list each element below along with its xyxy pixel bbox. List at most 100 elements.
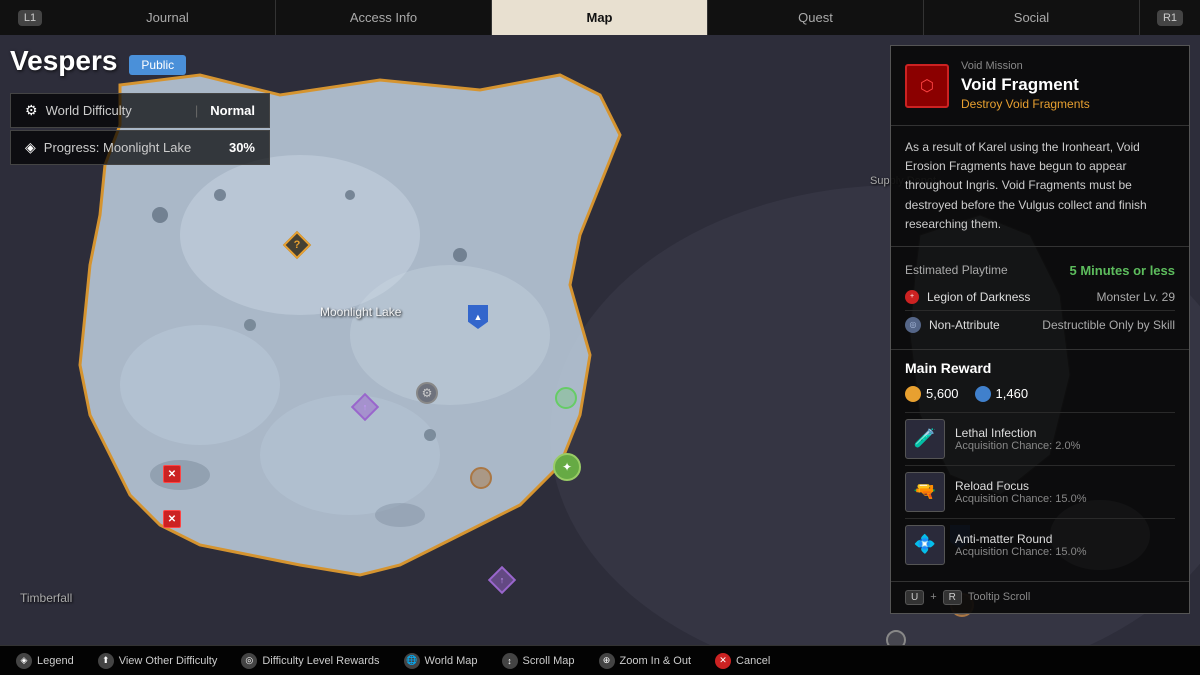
map-area: Moonlight Lake Supply Depot Timberfall ?… xyxy=(0,35,1200,645)
red-x-icon: ✕ xyxy=(163,465,181,483)
faction-name: Legion of Darkness xyxy=(927,290,1030,304)
progress-icon: ◈ xyxy=(25,139,36,156)
gold-icon xyxy=(905,386,921,402)
brown-marker[interactable] xyxy=(470,467,492,489)
scroll-map-icon: ↕ xyxy=(502,653,518,669)
attribute-name: Non-Attribute xyxy=(929,318,1000,332)
active-marker[interactable]: ✦ xyxy=(553,453,581,481)
left-controller: L1 xyxy=(0,10,60,26)
blue-flag-marker[interactable]: ▲ xyxy=(468,305,488,329)
legend-label: Legend xyxy=(37,655,74,667)
red-x-marker-1[interactable]: ✕ xyxy=(163,465,181,483)
world-difficulty-value: Normal xyxy=(210,103,255,118)
rewards-title: Main Reward xyxy=(905,360,1175,376)
mission-info: Void Mission Void Fragment Destroy Void … xyxy=(961,60,1090,111)
reward-item-2: 💠 Anti-matter Round Acquisition Chance: … xyxy=(905,518,1175,571)
progress-label: Progress: Moonlight Lake xyxy=(44,140,221,155)
location-name: Vespers xyxy=(10,45,117,77)
attribute-row: ◎ Non-Attribute Destructible Only by Ski… xyxy=(905,310,1175,339)
blue-icon xyxy=(975,386,991,402)
playtime-label: Estimated Playtime xyxy=(905,263,1008,277)
circle-brown-icon xyxy=(470,467,492,489)
purple-diamond-marker-2[interactable]: ↑ xyxy=(492,570,512,590)
world-map-label: World Map xyxy=(425,655,478,667)
reward-info-2: Anti-matter Round Acquisition Chance: 15… xyxy=(955,532,1175,558)
attribute-description: Destructible Only by Skill xyxy=(1042,318,1175,332)
reward-item-1: 🔫 Reload Focus Acquisition Chance: 15.0% xyxy=(905,465,1175,518)
scroll-map-label: Scroll Map xyxy=(523,655,575,667)
cancel-label: Cancel xyxy=(736,655,770,667)
mission-subtitle: Destroy Void Fragments xyxy=(961,97,1090,111)
rewards-section: Main Reward 5,600 1,460 🧪 Lethal Infecti… xyxy=(891,350,1189,581)
divider: | xyxy=(195,103,198,118)
bottom-world-map[interactable]: 🌐 World Map xyxy=(404,653,478,669)
reward-name-1: Reload Focus xyxy=(955,479,1175,493)
key-badge-r: R xyxy=(943,590,962,605)
reward-name-2: Anti-matter Round xyxy=(955,532,1175,546)
reward-icon-2: 💠 xyxy=(905,525,945,565)
reward-info-0: Lethal Infection Acquisition Chance: 2.0… xyxy=(955,426,1175,452)
zoom-label: Zoom In & Out xyxy=(620,655,692,667)
purple-diamond-marker-1[interactable]: ↑ xyxy=(355,397,375,417)
tab-social[interactable]: Social xyxy=(924,0,1140,35)
tab-map[interactable]: Map xyxy=(492,0,708,35)
tooltip-footer: U + R Tooltip Scroll xyxy=(891,581,1189,613)
arrow-icon-2: ↑ xyxy=(500,575,505,585)
progress-value: 30% xyxy=(229,140,255,155)
r1-badge: R1 xyxy=(1157,10,1183,26)
progress-box: ◈ Progress: Moonlight Lake 30% xyxy=(10,130,270,165)
view-difficulty-icon: ⬆ xyxy=(98,653,114,669)
bottom-difficulty-rewards[interactable]: ◎ Difficulty Level Rewards xyxy=(241,653,379,669)
difficulty-rewards-label: Difficulty Level Rewards xyxy=(262,655,379,667)
tab-quest[interactable]: Quest xyxy=(708,0,924,35)
bottom-legend[interactable]: ◈ Legend xyxy=(16,653,74,669)
ring-icon xyxy=(886,630,906,645)
attribute-icon: ◎ xyxy=(905,317,921,333)
visibility-badge: Public xyxy=(129,55,186,75)
reward-chance-0: Acquisition Chance: 2.0% xyxy=(955,440,1175,452)
question-mark: ? xyxy=(294,239,301,251)
bottom-view-difficulty[interactable]: ⬆ View Other Difficulty xyxy=(98,653,218,669)
monster-level: Monster Lv. 29 xyxy=(1096,290,1175,304)
unknown-marker[interactable]: ? xyxy=(287,235,307,255)
active-circle-icon: ✦ xyxy=(553,453,581,481)
reward-chance-1: Acquisition Chance: 15.0% xyxy=(955,493,1175,505)
bottom-bar: ◈ Legend ⬆ View Other Difficulty ◎ Diffi… xyxy=(0,645,1200,675)
world-difficulty-label: World Difficulty xyxy=(46,103,183,118)
reward-name-0: Lethal Infection xyxy=(955,426,1175,440)
bottom-zoom[interactable]: ⊕ Zoom In & Out xyxy=(599,653,692,669)
tab-journal[interactable]: Journal xyxy=(60,0,276,35)
bottom-scroll-map[interactable]: ↕ Scroll Map xyxy=(502,653,575,669)
playtime-value: 5 Minutes or less xyxy=(1070,263,1175,278)
faction-icon: + xyxy=(905,290,919,304)
reward-info-1: Reload Focus Acquisition Chance: 15.0% xyxy=(955,479,1175,505)
blue-currency: 1,460 xyxy=(975,386,1029,402)
mission-type-label: Void Mission xyxy=(961,60,1090,72)
key-badge-u: U xyxy=(905,590,924,605)
red-x-marker-2[interactable]: ✕ xyxy=(163,510,181,528)
mission-panel: ⬡ Void Mission Void Fragment Destroy Voi… xyxy=(890,45,1190,614)
zoom-icon: ⊕ xyxy=(599,653,615,669)
gear-marker[interactable]: ⚙ xyxy=(416,382,438,404)
world-map-icon: 🌐 xyxy=(404,653,420,669)
circle-green-icon xyxy=(555,387,577,409)
red-x-icon-2: ✕ xyxy=(163,510,181,528)
world-difficulty-box: ⚙ World Difficulty | Normal xyxy=(10,93,270,128)
currency-row: 5,600 1,460 xyxy=(905,386,1175,402)
mission-stats: Estimated Playtime 5 Minutes or less + L… xyxy=(891,247,1189,350)
tooltip-scroll-label: Tooltip Scroll xyxy=(968,591,1030,603)
playtime-row: Estimated Playtime 5 Minutes or less xyxy=(905,257,1175,284)
bottom-cancel[interactable]: ✕ Cancel xyxy=(715,653,770,669)
green-circle-marker[interactable] xyxy=(555,387,577,409)
flag-icon: ▲ xyxy=(468,305,488,329)
arrow-icon: ↑ xyxy=(363,402,368,412)
ring-marker[interactable] xyxy=(886,630,906,645)
world-difficulty-icon: ⚙ xyxy=(25,102,38,119)
tab-access-info[interactable]: Access Info xyxy=(276,0,492,35)
plus-sign: + xyxy=(930,591,936,603)
faction-row: + Legion of Darkness Monster Lv. 29 xyxy=(905,284,1175,310)
blue-amount: 1,460 xyxy=(996,386,1029,401)
gold-currency: 5,600 xyxy=(905,386,959,402)
timberfall-label: Timberfall xyxy=(20,591,72,605)
difficulty-rewards-icon: ◎ xyxy=(241,653,257,669)
